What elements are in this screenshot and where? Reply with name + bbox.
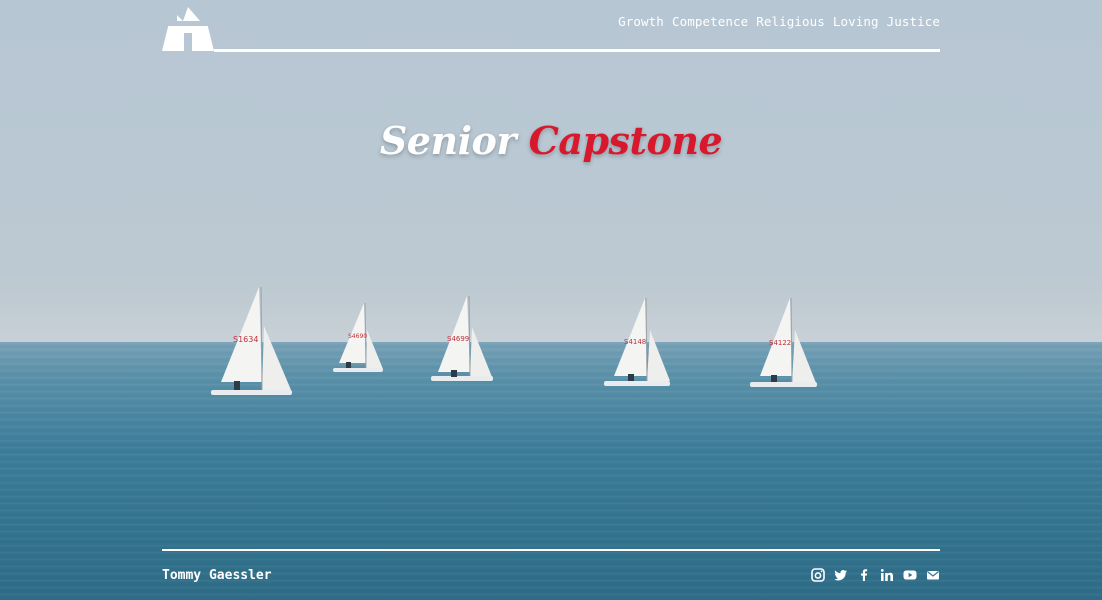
- sailboat-icon: S4699: [431, 295, 493, 381]
- hero-background-image: S1634 S4690 S4699 S4148 S4122: [0, 0, 1102, 600]
- logo-icon[interactable]: [162, 7, 214, 52]
- social-links: [811, 568, 940, 582]
- nav-item-justice[interactable]: Justice: [887, 14, 940, 29]
- sail-number: S1634: [233, 335, 258, 344]
- instagram-icon[interactable]: [811, 568, 825, 582]
- sailboat-icon: S1634: [211, 286, 292, 395]
- facebook-icon[interactable]: [857, 568, 871, 582]
- email-icon[interactable]: [926, 568, 940, 582]
- twitter-icon[interactable]: [834, 568, 848, 582]
- main-nav: Growth Competence Religious Loving Justi…: [618, 14, 940, 29]
- sailboats-group: S1634 S4690 S4699 S4148 S4122: [211, 286, 817, 395]
- author-name: Tommy Gaessler: [162, 568, 272, 583]
- nav-item-loving[interactable]: Loving: [833, 14, 879, 29]
- footer-divider: [162, 549, 940, 551]
- sailboat-icon: S4690: [333, 302, 383, 372]
- site-header: Growth Competence Religious Loving Justi…: [162, 0, 940, 52]
- nav-item-competence[interactable]: Competence: [672, 14, 748, 29]
- page-title: Senior Capstone: [0, 118, 1102, 163]
- sail-number: S4122: [769, 339, 791, 347]
- sail-number: S4148: [624, 338, 646, 346]
- nav-item-growth[interactable]: Growth: [618, 14, 664, 29]
- header-divider: [214, 49, 940, 52]
- page-title-part2: Capstone: [528, 118, 723, 163]
- page-title-part1: Senior: [379, 118, 517, 163]
- sail-number: S4699: [447, 335, 469, 343]
- sail-number: S4690: [348, 333, 367, 340]
- nav-item-religious[interactable]: Religious: [756, 14, 825, 29]
- sailboat-icon: S4122: [750, 297, 817, 387]
- sailboat-icon: S4148: [604, 297, 670, 386]
- youtube-icon[interactable]: [903, 568, 917, 582]
- linkedin-icon[interactable]: [880, 568, 894, 582]
